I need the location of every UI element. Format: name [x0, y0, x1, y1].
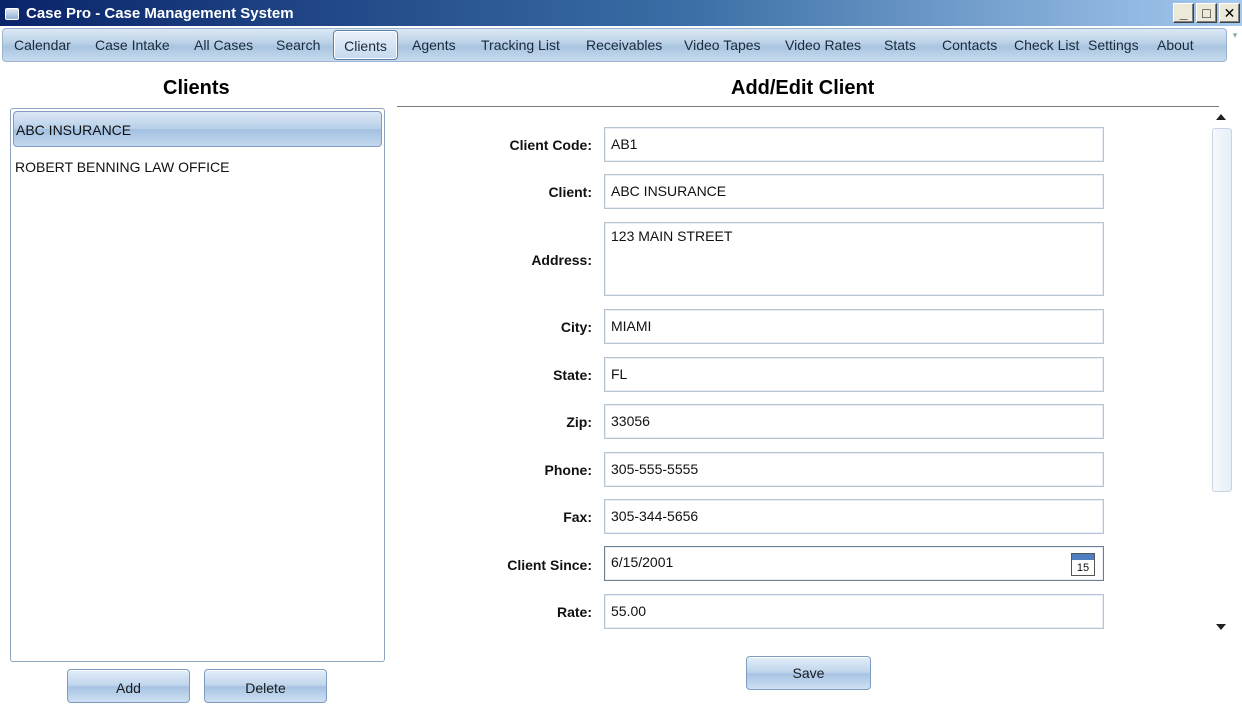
window-title: Case Pro - Case Management System [26, 4, 294, 22]
client-since-date-picker[interactable]: 6/15/2001 15 [604, 546, 1104, 581]
list-item[interactable]: ABC INSURANCE [13, 111, 382, 147]
list-item[interactable]: ROBERT BENNING LAW OFFICE [13, 149, 382, 185]
zip-label: Zip: [566, 414, 592, 430]
form-divider [397, 106, 1219, 107]
menu-agents[interactable]: Agents [412, 30, 456, 60]
maximize-button[interactable]: □ [1196, 3, 1217, 23]
scroll-up-icon[interactable] [1216, 114, 1226, 120]
client-since-label: Client Since: [507, 557, 592, 573]
menu-contacts[interactable]: Contacts [942, 30, 997, 60]
scroll-thumb[interactable] [1212, 128, 1232, 492]
client-label: Client: [548, 184, 592, 200]
menu-calendar[interactable]: Calendar [14, 30, 71, 60]
save-button[interactable]: Save [746, 656, 871, 690]
menu-case-intake[interactable]: Case Intake [95, 30, 170, 60]
menu-video-rates[interactable]: Video Rates [785, 30, 861, 60]
title-bar: Case Pro - Case Management System _ □ ✕ [0, 0, 1242, 26]
calendar-day: 15 [1076, 562, 1090, 574]
menu-overflow-icon[interactable]: ▾ [1229, 30, 1241, 62]
menu-stats[interactable]: Stats [884, 30, 916, 60]
client-code-field[interactable]: AB1 [604, 127, 1104, 162]
clients-list[interactable]: ABC INSURANCE ROBERT BENNING LAW OFFICE [10, 108, 385, 662]
window-controls: _ □ ✕ [1173, 3, 1240, 23]
menu-receivables[interactable]: Receivables [586, 30, 662, 60]
calendar-icon[interactable]: 15 [1071, 553, 1095, 576]
menu-search[interactable]: Search [276, 30, 320, 60]
form-title: Add/Edit Client [731, 77, 875, 99]
app-icon [4, 6, 20, 20]
phone-field[interactable]: 305-555-5555 [604, 452, 1104, 487]
rate-label: Rate: [556, 604, 592, 620]
menu-video-tapes[interactable]: Video Tapes [684, 30, 761, 60]
zip-field[interactable]: 33056 [604, 404, 1104, 439]
menu-tracking-list[interactable]: Tracking List [481, 30, 560, 60]
phone-label: Phone: [544, 462, 592, 478]
address-label: Address: [531, 252, 592, 268]
fax-field[interactable]: 305-344-5656 [604, 499, 1104, 534]
client-field[interactable]: ABC INSURANCE [604, 174, 1104, 209]
menu-settings[interactable]: Settings [1088, 30, 1139, 60]
rate-field[interactable]: 55.00 [604, 594, 1104, 629]
minimize-button[interactable]: _ [1173, 3, 1194, 23]
form-scrollbar[interactable] [1212, 112, 1232, 634]
address-field[interactable]: 123 MAIN STREET [604, 222, 1104, 296]
menu-about[interactable]: About [1157, 30, 1194, 60]
clients-title: Clients [163, 77, 230, 99]
menu-check-list[interactable]: Check List [1014, 30, 1079, 60]
menu-all-cases[interactable]: All Cases [194, 30, 253, 60]
fax-label: Fax: [563, 509, 592, 525]
menu-clients[interactable]: Clients [333, 30, 398, 60]
scroll-down-icon[interactable] [1216, 624, 1226, 630]
delete-button[interactable]: Delete [204, 669, 327, 703]
add-button[interactable]: Add [67, 669, 190, 703]
client-code-label: Client Code: [509, 137, 592, 153]
state-field[interactable]: FL [604, 357, 1104, 392]
state-label: State: [553, 367, 592, 383]
city-label: City: [560, 319, 592, 335]
close-button[interactable]: ✕ [1219, 3, 1240, 23]
client-since-value: 6/15/2001 [611, 554, 674, 570]
menu-bar: Calendar Case Intake All Cases Search Cl… [2, 28, 1227, 62]
city-field[interactable]: MIAMI [604, 309, 1104, 344]
